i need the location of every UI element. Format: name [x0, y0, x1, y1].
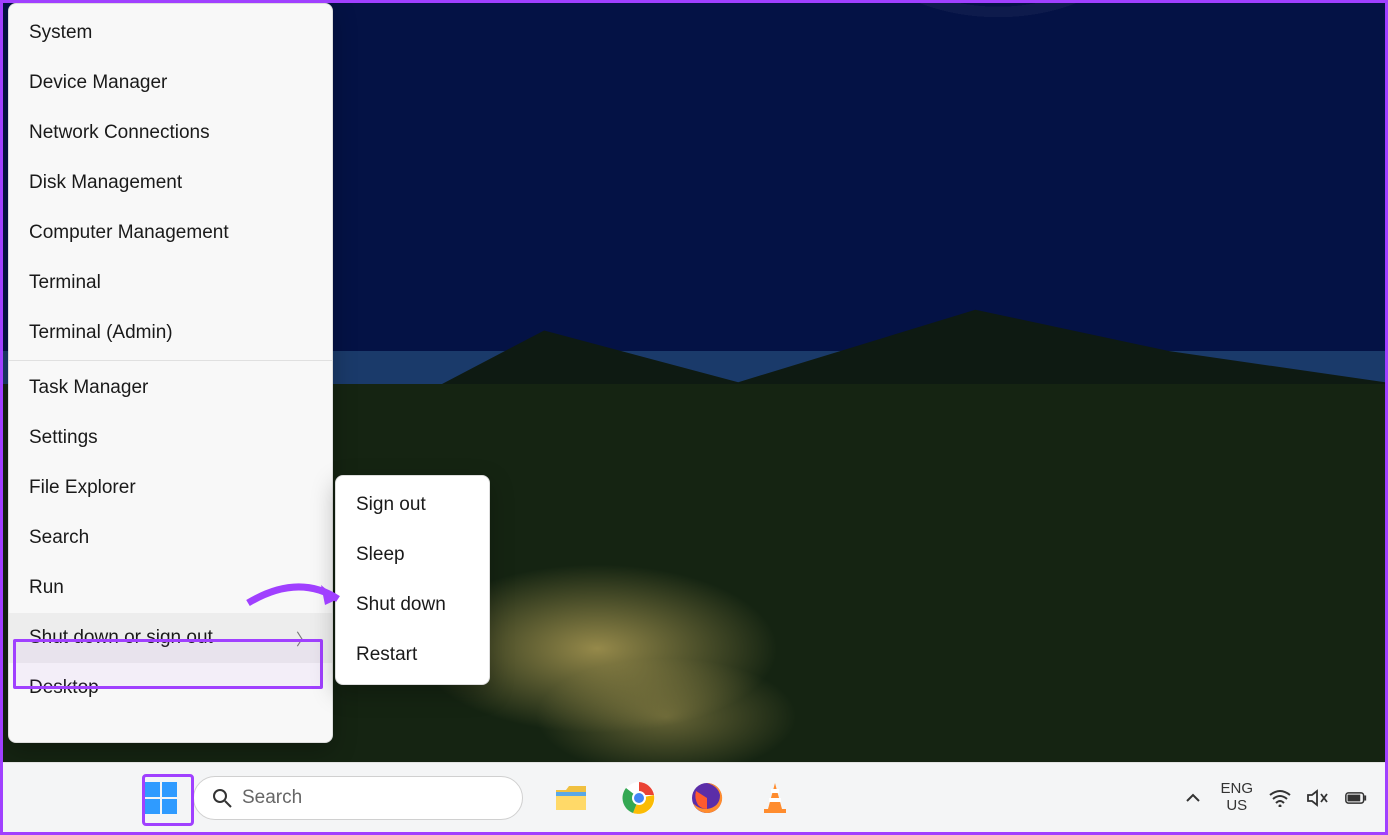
language-bottom: US: [1220, 798, 1253, 815]
menu-item-label: Desktop: [29, 677, 99, 699]
submenu-item-label: Shut down: [356, 594, 446, 616]
submenu-item-label: Sleep: [356, 544, 405, 566]
menu-item-label: Terminal (Admin): [29, 322, 173, 344]
menu-item-network-connections[interactable]: Network Connections: [9, 108, 332, 158]
submenu-item-label: Sign out: [356, 494, 426, 516]
windows-logo-icon: [144, 781, 178, 815]
battery-indicator[interactable]: [1345, 787, 1367, 809]
search-placeholder: Search: [242, 787, 302, 809]
submenu-item-restart[interactable]: Restart: [336, 630, 489, 680]
menu-item-label: Shut down or sign out: [29, 627, 213, 649]
tray-overflow-button[interactable]: [1182, 787, 1204, 809]
taskbar-app-chrome[interactable]: [619, 778, 659, 818]
menu-item-disk-management[interactable]: Disk Management: [9, 158, 332, 208]
submenu-item-sign-out[interactable]: Sign out: [336, 480, 489, 530]
shutdown-submenu: Sign out Sleep Shut down Restart: [335, 475, 490, 685]
folder-icon: [554, 784, 588, 812]
menu-item-label: System: [29, 22, 92, 44]
chevron-up-icon: [1185, 790, 1201, 806]
battery-icon: [1345, 790, 1367, 806]
menu-item-label: Terminal: [29, 272, 101, 294]
menu-item-label: Device Manager: [29, 72, 167, 94]
menu-item-desktop[interactable]: Desktop: [9, 663, 332, 713]
menu-item-computer-management[interactable]: Computer Management: [9, 208, 332, 258]
menu-item-label: Task Manager: [29, 377, 148, 399]
menu-item-label: File Explorer: [29, 477, 136, 499]
menu-item-system[interactable]: System: [9, 8, 332, 58]
power-user-menu: System Device Manager Network Connection…: [8, 3, 333, 743]
menu-item-device-manager[interactable]: Device Manager: [9, 58, 332, 108]
wifi-icon: [1269, 789, 1291, 807]
system-tray: ENG US: [1182, 781, 1367, 814]
menu-item-terminal[interactable]: Terminal: [9, 258, 332, 308]
menu-item-label: Network Connections: [29, 122, 210, 144]
menu-item-label: Run: [29, 577, 64, 599]
submenu-item-shut-down[interactable]: Shut down: [336, 580, 489, 630]
wifi-indicator[interactable]: [1269, 787, 1291, 809]
language-top: ENG: [1220, 781, 1253, 798]
menu-item-file-explorer[interactable]: File Explorer: [9, 463, 332, 513]
language-indicator[interactable]: ENG US: [1220, 781, 1253, 814]
taskbar-left-group: Search: [141, 776, 795, 820]
menu-item-label: Computer Management: [29, 222, 229, 244]
taskbar-app-file-explorer[interactable]: [551, 778, 591, 818]
menu-item-label: Disk Management: [29, 172, 182, 194]
taskbar-search[interactable]: Search: [193, 776, 523, 820]
chrome-icon: [622, 781, 656, 815]
menu-item-settings[interactable]: Settings: [9, 413, 332, 463]
menu-item-search[interactable]: Search: [9, 513, 332, 563]
menu-item-run[interactable]: Run: [9, 563, 332, 613]
menu-item-label: Search: [29, 527, 89, 549]
speaker-muted-icon: [1307, 788, 1329, 808]
search-icon: [212, 788, 232, 808]
menu-item-label: Settings: [29, 427, 98, 449]
menu-item-terminal-admin[interactable]: Terminal (Admin): [9, 308, 332, 358]
menu-item-shut-down-or-sign-out[interactable]: Shut down or sign out 〉: [9, 613, 332, 663]
submenu-item-sleep[interactable]: Sleep: [336, 530, 489, 580]
menu-separator: [9, 360, 332, 361]
taskbar-app-vlc[interactable]: [755, 778, 795, 818]
taskbar: Search: [3, 762, 1385, 832]
submenu-item-label: Restart: [356, 644, 417, 666]
firefox-icon: [690, 781, 724, 815]
volume-indicator[interactable]: [1307, 787, 1329, 809]
start-button[interactable]: [141, 778, 181, 818]
desktop-screen: System Device Manager Network Connection…: [0, 0, 1388, 835]
chevron-right-icon: 〉: [296, 626, 312, 650]
vlc-cone-icon: [760, 781, 790, 815]
menu-item-task-manager[interactable]: Task Manager: [9, 363, 332, 413]
taskbar-app-firefox[interactable]: [687, 778, 727, 818]
